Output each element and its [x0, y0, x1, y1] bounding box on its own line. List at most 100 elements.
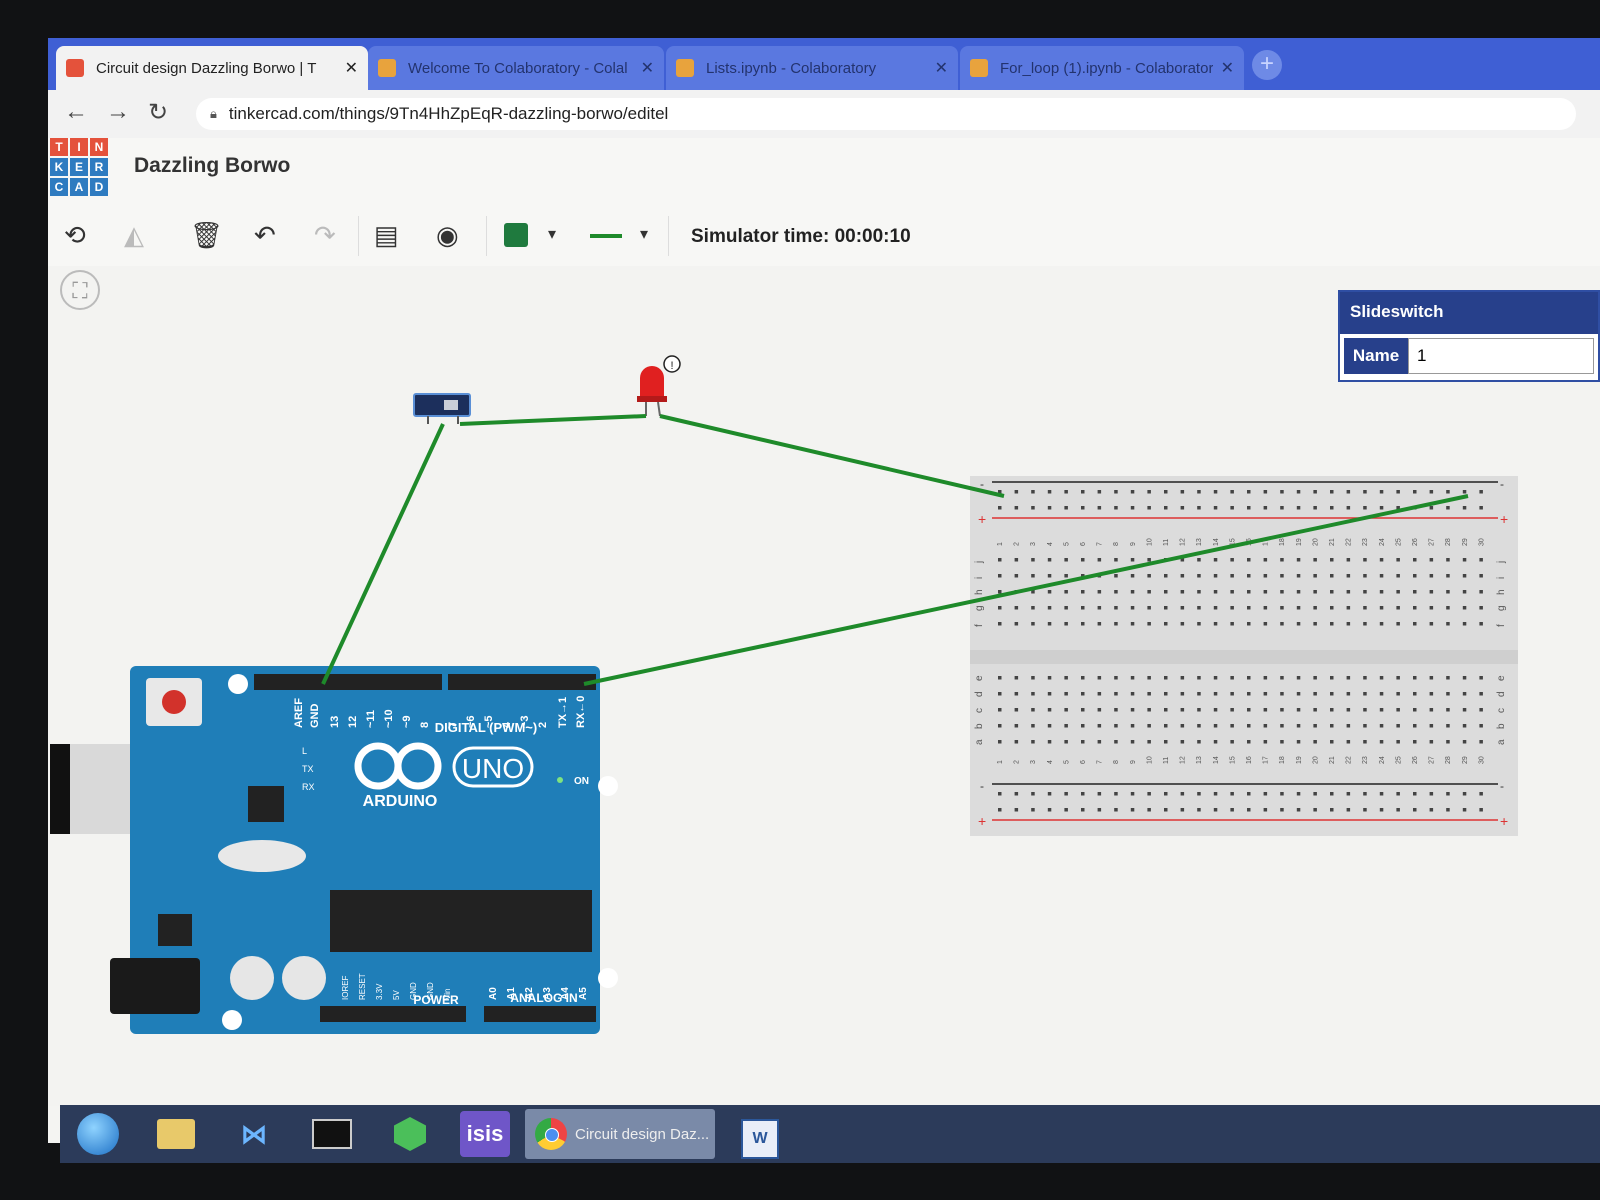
digital-header-left: [254, 674, 442, 690]
microcontroller-chip: [330, 890, 592, 952]
column-label: 3: [1030, 542, 1037, 546]
color-swatch[interactable]: [504, 223, 528, 247]
monitor-screen: Circuit design Dazzling Borwo | T ✕ Welc…: [48, 38, 1600, 1143]
windows-taskbar: ⋈ isis Circuit design Daz... W: [60, 1105, 1600, 1163]
wire-switch-to-gnd: [321, 423, 445, 685]
notes-icon[interactable]: ▤: [374, 220, 399, 251]
slide-switch[interactable]: [413, 393, 471, 424]
column-label: 23: [1362, 756, 1369, 764]
power-label: POWER: [413, 993, 459, 1007]
pin-label: GND: [426, 982, 435, 1000]
arduino-uno[interactable]: UNO ARDUINO DIGITAL (PWM~) POWER ANALOG …: [50, 666, 618, 1034]
url-field[interactable]: 🔒︎ tinkercad.com/things/9Tn4HhZpEqR-dazz…: [196, 98, 1576, 130]
green-app-icon[interactable]: [382, 1111, 438, 1157]
row-label: c: [1496, 708, 1507, 713]
column-label: 7: [1097, 760, 1104, 764]
visual-studio-code-icon[interactable]: ⋈: [226, 1111, 282, 1157]
tab-title: For_loop (1).ipynb - Colaboratory: [1000, 59, 1213, 77]
logo-letter: I: [70, 138, 88, 156]
rail-plus-label: +: [1500, 813, 1508, 829]
circuit-canvas[interactable]: ⛶ UNO ARDUINO DIGITAL (PWM~) POWER ANALO…: [48, 266, 1600, 1106]
column-label: 27: [1429, 756, 1436, 764]
wire-led-to-breadboard: [659, 414, 1005, 498]
file-explorer-icon[interactable]: [148, 1111, 204, 1157]
row-label: e: [1496, 675, 1507, 681]
tab-title: Circuit design Dazzling Borwo | T: [96, 59, 317, 77]
chevron-down-icon[interactable]: ▾: [548, 224, 556, 244]
led-label: L: [302, 746, 307, 756]
colab-favicon-icon: [676, 59, 694, 77]
reload-icon[interactable]: ↻: [148, 98, 168, 127]
chevron-down-icon[interactable]: ▾: [640, 224, 648, 244]
close-tab-icon[interactable]: ✕: [1221, 58, 1234, 78]
pin-label: 12: [347, 716, 359, 728]
row-label: b: [974, 723, 985, 729]
pin-label: 8: [419, 722, 431, 728]
capacitor: [230, 956, 274, 1000]
uno-label: UNO: [462, 753, 524, 784]
tab-tinkercad[interactable]: Circuit design Dazzling Borwo | T ✕: [56, 46, 368, 90]
url-text: tinkercad.com/things/9Tn4HhZpEqR-dazzlin…: [228, 104, 669, 123]
isis-app-icon[interactable]: isis: [460, 1111, 510, 1157]
command-prompt-icon[interactable]: [304, 1111, 360, 1157]
row-label: j: [974, 561, 985, 564]
pin-label: 4: [501, 721, 513, 728]
pin-label: AREF: [293, 698, 305, 728]
annotation-visibility-icon[interactable]: ◉: [436, 220, 459, 251]
led-label: TX: [302, 764, 314, 774]
toolbar-divider: [358, 216, 359, 256]
rail-minus-label: -: [1500, 779, 1504, 793]
column-label: 5: [1063, 542, 1070, 546]
rotate-icon[interactable]: ⟲: [64, 220, 86, 251]
column-label: 10: [1146, 538, 1153, 546]
tab-colab-forloop[interactable]: For_loop (1).ipynb - Colaboratory ✕: [960, 46, 1244, 90]
column-label: 28: [1445, 756, 1452, 764]
logo-letter: A: [70, 178, 88, 196]
wire-style-icon[interactable]: [590, 234, 622, 238]
tab-colab-lists[interactable]: Lists.ipynb - Colaboratory ✕: [666, 46, 958, 90]
column-label: 25: [1395, 756, 1402, 764]
word-icon[interactable]: W: [732, 1111, 788, 1159]
close-tab-icon[interactable]: ✕: [641, 58, 654, 78]
close-tab-icon[interactable]: ✕: [345, 58, 358, 78]
column-label: 19: [1296, 756, 1303, 764]
column-label: 3: [1030, 760, 1037, 764]
pin-label: RX←0: [575, 696, 587, 728]
lock-icon: 🔒︎: [210, 106, 217, 121]
column-label: 20: [1312, 538, 1319, 546]
column-label: 14: [1213, 538, 1220, 546]
forward-icon[interactable]: →: [106, 98, 130, 126]
column-label: 23: [1362, 538, 1369, 546]
flip-icon[interactable]: ◭: [124, 220, 144, 251]
pin-label: ~11: [365, 710, 377, 728]
chrome-icon: [535, 1118, 567, 1150]
column-label: 22: [1346, 756, 1353, 764]
digital-header-right: [448, 674, 596, 690]
capacitor: [282, 956, 326, 1000]
new-tab-button[interactable]: +: [1252, 50, 1282, 80]
logo-letter: K: [50, 158, 68, 176]
rail-plus-label: +: [978, 813, 986, 829]
column-label: 1: [997, 760, 1004, 764]
pin-label: 2: [537, 722, 549, 728]
column-label: 4: [1047, 542, 1054, 546]
pin-label: ~9: [401, 715, 413, 728]
tab-colab-welcome[interactable]: Welcome To Colaboratory - Colal ✕: [368, 46, 664, 90]
delete-icon[interactable]: 🗑︎: [190, 220, 223, 251]
project-name[interactable]: Dazzling Borwo: [134, 154, 290, 178]
name-field[interactable]: 1: [1408, 338, 1594, 374]
pin-label: A0: [488, 987, 499, 1000]
undo-icon[interactable]: ↶: [254, 220, 276, 251]
start-button[interactable]: [70, 1111, 126, 1157]
breadboard[interactable]: -+-+-+-+j ji ih hg gf fe ed dc cb ba a 11223344556…: [970, 476, 1518, 836]
close-tab-icon[interactable]: ✕: [935, 58, 948, 78]
chrome-taskbar-button[interactable]: Circuit design Daz...: [525, 1109, 715, 1159]
redo-icon[interactable]: ↷: [314, 220, 336, 251]
column-label: 18: [1279, 538, 1286, 546]
column-label: 16: [1246, 756, 1253, 764]
tinkercad-logo[interactable]: TIN KER CAD: [50, 138, 108, 196]
red-led[interactable]: !: [637, 355, 681, 417]
back-icon[interactable]: ←: [64, 98, 88, 126]
column-label: 27: [1429, 538, 1436, 546]
row-label: b: [1496, 723, 1507, 729]
